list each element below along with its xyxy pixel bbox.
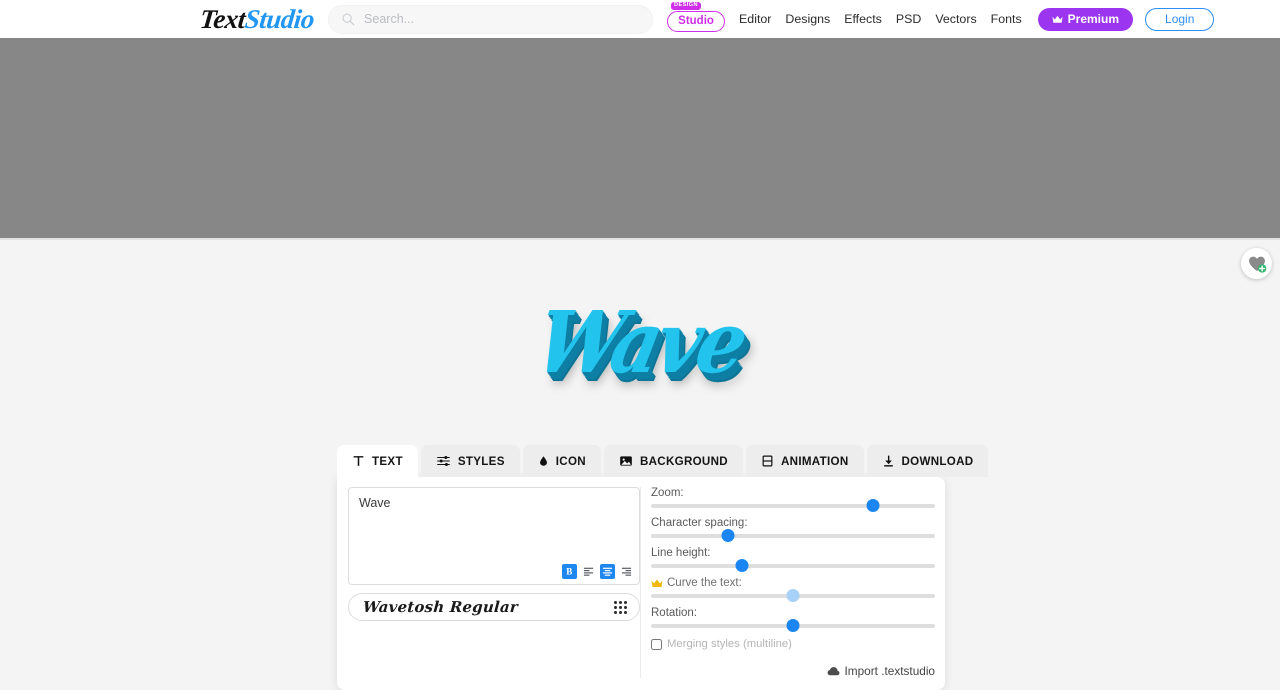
crown-icon: [651, 579, 663, 587]
bold-icon: B: [566, 567, 572, 577]
align-center-button[interactable]: [600, 564, 615, 579]
grid-dots-icon[interactable]: [614, 600, 627, 614]
search-input[interactable]: [364, 12, 641, 26]
svg-text:B: B: [566, 567, 572, 577]
artwork-text: Wave: [527, 292, 753, 393]
logo-text-primary: Text: [198, 3, 247, 34]
align-left-icon: [583, 567, 594, 576]
tab-text-label: TEXT: [372, 454, 403, 468]
zoom-slider-thumb[interactable]: [866, 499, 880, 512]
tab-styles[interactable]: STYLES: [420, 445, 520, 477]
design-badge-tag: DESIGN: [671, 1, 701, 11]
merging-styles-checkbox-row[interactable]: Merging styles (multiline): [651, 638, 935, 650]
tab-icon-label: ICON: [555, 454, 586, 468]
curve-text-slider-text: Curve the text:: [667, 577, 742, 589]
font-selector-value: Wavetosh Regular: [362, 598, 519, 616]
merging-styles-label: Merging styles (multiline): [667, 638, 792, 650]
login-button[interactable]: Login: [1145, 7, 1215, 31]
search-icon: [342, 13, 355, 26]
sliders-icon: [436, 455, 450, 467]
droplet-icon: [539, 456, 547, 466]
zoom-slider-label: Zoom:: [651, 487, 684, 499]
image-icon: [620, 456, 632, 466]
site-logo[interactable]: TextStudio: [198, 3, 316, 34]
line-height-slider-label: Line height:: [651, 547, 711, 559]
align-center-icon: [602, 567, 613, 576]
line-height-slider[interactable]: [651, 559, 935, 572]
favorite-button[interactable]: [1241, 248, 1272, 279]
align-right-button[interactable]: [619, 564, 634, 579]
nav-item-vectors[interactable]: Vectors: [935, 12, 976, 26]
download-icon: [883, 455, 893, 467]
rotation-slider-thumb[interactable]: [786, 619, 800, 632]
font-selector[interactable]: Wavetosh Regular: [348, 593, 640, 621]
character-spacing-slider-track: [651, 534, 935, 538]
line-height-slider-thumb[interactable]: [735, 559, 749, 572]
editor-content-panel: Wave B Wavetosh Regular Zoom: Character …: [337, 477, 945, 690]
ad-banner: [0, 38, 1280, 240]
logo-text-secondary: Studio: [243, 3, 316, 34]
tab-download-label: DOWNLOAD: [901, 454, 974, 468]
crown-icon: [1052, 15, 1063, 23]
adjustments-column: Zoom: Character spacing: Line height: Cu…: [640, 487, 935, 678]
tab-icon[interactable]: ICON: [522, 445, 601, 477]
character-spacing-slider-label: Character spacing:: [651, 517, 748, 529]
curve-text-slider[interactable]: [651, 589, 935, 602]
rotation-slider-label: Rotation:: [651, 607, 698, 619]
tab-download[interactable]: DOWNLOAD: [866, 445, 989, 477]
curve-text-slider-thumb[interactable]: [786, 589, 800, 602]
text-input-area[interactable]: Wave B: [348, 487, 640, 585]
tab-animation-label: ANIMATION: [780, 454, 849, 468]
text-icon: [353, 456, 364, 466]
search-bar[interactable]: [328, 4, 654, 34]
tab-styles-label: STYLES: [457, 454, 505, 468]
align-right-icon: [621, 567, 632, 576]
zoom-slider[interactable]: [651, 499, 935, 512]
nav-item-designs[interactable]: Designs: [785, 12, 830, 26]
film-icon: [762, 455, 773, 467]
curve-text-slider-label: Curve the text:: [651, 577, 935, 589]
zoom-slider-track: [651, 504, 935, 508]
rotation-slider[interactable]: [651, 619, 935, 632]
tab-background[interactable]: BACKGROUND: [603, 445, 743, 477]
text-settings-column: Wave B Wavetosh Regular: [348, 487, 640, 678]
editor-panel: TEXT STYLES ICON BACKGROUND ANIMATION DO…: [337, 445, 989, 690]
tab-animation[interactable]: ANIMATION: [745, 445, 864, 477]
nav-item-fonts[interactable]: Fonts: [991, 12, 1022, 26]
merging-styles-checkbox[interactable]: [651, 638, 662, 650]
top-header: TextStudio DESIGN Studio Editor Designs …: [0, 0, 1280, 38]
main-nav: Editor Designs Effects PSD Vectors Fonts: [739, 12, 1022, 26]
import-textstudio-label: Import .textstudio: [844, 664, 935, 678]
editor-tabs: TEXT STYLES ICON BACKGROUND ANIMATION DO…: [337, 445, 989, 477]
character-spacing-slider-thumb[interactable]: [721, 529, 735, 542]
design-studio-badge[interactable]: DESIGN Studio: [667, 1, 726, 32]
premium-button-label: Premium: [1067, 12, 1120, 26]
design-badge-label: Studio: [678, 15, 714, 27]
premium-button[interactable]: Premium: [1037, 7, 1134, 31]
bold-button[interactable]: B: [562, 564, 577, 579]
cloud-upload-icon: [827, 666, 839, 675]
heart-plus-icon: [1248, 256, 1266, 273]
import-textstudio-link[interactable]: Import .textstudio: [651, 664, 935, 678]
nav-item-effects[interactable]: Effects: [844, 12, 882, 26]
text-input-value[interactable]: Wave: [359, 496, 629, 510]
character-spacing-slider[interactable]: [651, 529, 935, 542]
nav-item-psd[interactable]: PSD: [896, 12, 921, 26]
nav-item-editor[interactable]: Editor: [739, 12, 771, 26]
align-left-button[interactable]: [581, 564, 596, 579]
preview-canvas: Wave: [0, 240, 1280, 445]
format-button-group: B: [562, 564, 634, 579]
tab-background-label: BACKGROUND: [639, 454, 728, 468]
line-height-slider-track: [651, 564, 935, 568]
tab-text[interactable]: TEXT: [337, 445, 418, 477]
